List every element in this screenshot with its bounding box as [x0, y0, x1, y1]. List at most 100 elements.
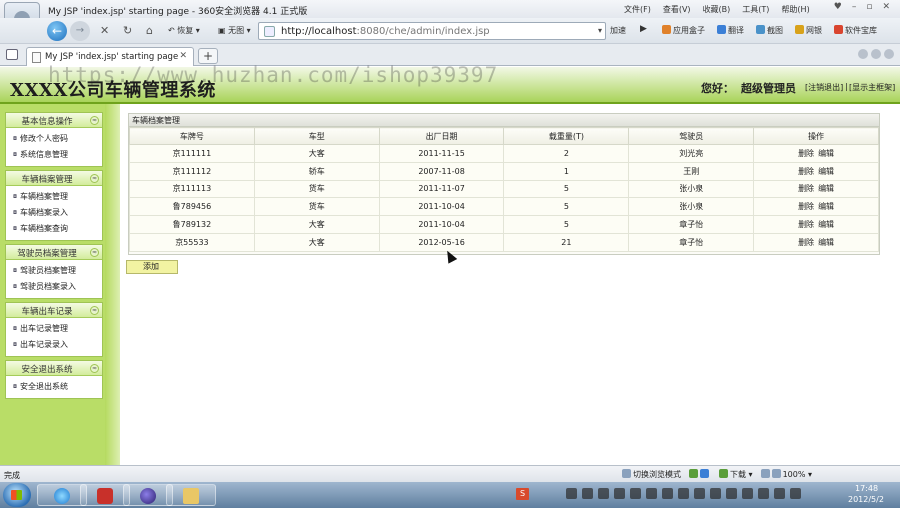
- menu-tools[interactable]: 工具(T): [742, 4, 769, 15]
- translate-button[interactable]: 翻译: [717, 25, 744, 36]
- back-button[interactable]: ←: [47, 21, 67, 41]
- menu-favorites[interactable]: 收藏(B): [703, 4, 731, 15]
- clock-time[interactable]: 17:48: [855, 484, 878, 493]
- sidebar-item-driver-manage[interactable]: 驾驶员档案管理: [6, 263, 102, 279]
- sidebar-item-trip-manage[interactable]: 出车记录管理: [6, 321, 102, 337]
- tray-icon[interactable]: [646, 488, 657, 499]
- delete-link[interactable]: 删除: [798, 184, 814, 193]
- sidebar-item-vehicle-manage[interactable]: 车辆档案管理: [6, 189, 102, 205]
- tab-scroll-left-icon[interactable]: [858, 49, 868, 59]
- column-header-actions: 操作: [753, 127, 879, 145]
- restore-button[interactable]: ↶ 恢复 ▾: [168, 25, 200, 36]
- tray-icon[interactable]: [678, 488, 689, 499]
- collapse-icon[interactable]: ≈: [90, 174, 99, 183]
- sidebar-group-header[interactable]: 安全退出系统 ≈: [6, 361, 102, 376]
- delete-link[interactable]: 删除: [798, 167, 814, 176]
- status-text: 完成: [4, 471, 20, 480]
- delete-link[interactable]: 删除: [798, 202, 814, 211]
- tray-icon[interactable]: [742, 488, 753, 499]
- cell-type: 轿车: [253, 161, 380, 181]
- forward-button[interactable]: →: [70, 21, 90, 41]
- address-text[interactable]: http://localhost:8080/che/admin/index.js…: [281, 26, 490, 37]
- tray-icon[interactable]: [774, 488, 785, 499]
- edit-link[interactable]: 编辑: [818, 202, 834, 211]
- sidebar-item-vehicle-add[interactable]: 车辆档案录入: [6, 205, 102, 221]
- sidebar-item-driver-add[interactable]: 驾驶员档案录入: [6, 279, 102, 295]
- tray-icon[interactable]: [598, 488, 609, 499]
- software-button[interactable]: 软件宝库: [834, 25, 877, 36]
- tray-icon[interactable]: [630, 488, 641, 499]
- page-icon: [264, 26, 275, 37]
- input-method-icon[interactable]: S: [516, 488, 529, 500]
- sidebar-item-vehicle-query[interactable]: 车辆档案查询: [6, 221, 102, 237]
- clock-date[interactable]: 2012/5/2: [848, 495, 884, 504]
- skin-icon[interactable]: ♥: [834, 2, 842, 12]
- sidebar-toggle-icon[interactable]: [6, 49, 18, 60]
- sidebar-divider[interactable]: [105, 104, 120, 465]
- tray-icon[interactable]: [614, 488, 625, 499]
- edit-link[interactable]: 编辑: [818, 184, 834, 193]
- tab-scroll-right-icon[interactable]: [871, 49, 881, 59]
- status-toggle-icon[interactable]: [689, 469, 711, 480]
- home-icon[interactable]: ⌂: [146, 24, 153, 37]
- address-bar[interactable]: http://localhost:8080/che/admin/index.js…: [258, 22, 606, 40]
- delete-link[interactable]: 删除: [798, 149, 814, 158]
- delete-link[interactable]: 删除: [798, 238, 814, 247]
- minimize-icon[interactable]: –: [852, 2, 857, 12]
- go-icon[interactable]: ▶: [640, 24, 647, 34]
- tray-icon[interactable]: [694, 488, 705, 499]
- panel-title: 车辆档案管理: [129, 114, 879, 127]
- show-main-frame-link[interactable]: [显示主框架]: [849, 82, 895, 93]
- screenshot-button[interactable]: 截图: [756, 25, 783, 36]
- taskbar-folder-button[interactable]: [166, 484, 216, 506]
- sidebar-item-trip-add[interactable]: 出车记录录入: [6, 337, 102, 353]
- switch-mode-button[interactable]: 切换浏览模式: [622, 469, 681, 480]
- tray-icon[interactable]: [662, 488, 673, 499]
- collapse-icon[interactable]: ≈: [90, 364, 99, 373]
- collapse-icon[interactable]: ≈: [90, 306, 99, 315]
- maximize-icon[interactable]: ▫: [866, 2, 872, 12]
- logout-link[interactable]: [注销退出]: [805, 82, 843, 93]
- sidebar-item-system-info[interactable]: 系统信息管理: [6, 147, 102, 163]
- app-box-button[interactable]: 应用盒子: [662, 25, 705, 36]
- new-tab-button[interactable]: +: [198, 48, 218, 64]
- edit-link[interactable]: 编辑: [818, 167, 834, 176]
- tray-icon[interactable]: [582, 488, 593, 499]
- close-tab-icon[interactable]: ✕: [179, 51, 187, 61]
- cell-actions: 删除 编辑: [753, 197, 879, 217]
- sidebar-group-header[interactable]: 驾驶员档案管理 ≈: [6, 245, 102, 260]
- delete-link[interactable]: 删除: [798, 220, 814, 229]
- add-button[interactable]: 添加: [126, 260, 178, 274]
- sidebar-group-header[interactable]: 车辆档案管理 ≈: [6, 171, 102, 186]
- menu-help[interactable]: 帮助(H): [781, 4, 809, 15]
- start-button[interactable]: [3, 483, 31, 507]
- menu-view[interactable]: 查看(V): [663, 4, 691, 15]
- tray-icon[interactable]: [726, 488, 737, 499]
- address-dropdown-icon[interactable]: ▾: [598, 26, 602, 35]
- close-window-icon[interactable]: ✕: [882, 2, 890, 12]
- collapse-icon[interactable]: ≈: [90, 248, 99, 257]
- cell-load: 21: [503, 232, 630, 252]
- zoom-button[interactable]: 100% ▾: [760, 469, 812, 480]
- sidebar-group-header[interactable]: 基本信息操作 ≈: [6, 113, 102, 128]
- collapse-icon[interactable]: ≈: [90, 116, 99, 125]
- speed-up-button[interactable]: 加速: [610, 25, 626, 36]
- tray-icon[interactable]: [758, 488, 769, 499]
- no-image-button[interactable]: ▣ 无图 ▾: [218, 25, 251, 36]
- sidebar-item-safe-exit[interactable]: 安全退出系统: [6, 379, 102, 395]
- tray-icon[interactable]: [710, 488, 721, 499]
- menu-file[interactable]: 文件(F): [624, 4, 651, 15]
- bank-button[interactable]: 网银: [795, 25, 822, 36]
- tray-icon[interactable]: [566, 488, 577, 499]
- tab-list-icon[interactable]: [884, 49, 894, 59]
- cell-date: 2011-11-15: [378, 144, 505, 163]
- refresh-icon[interactable]: ↻: [123, 24, 132, 37]
- sidebar-group-header[interactable]: 车辆出车记录 ≈: [6, 303, 102, 318]
- edit-link[interactable]: 编辑: [818, 238, 834, 247]
- volume-icon[interactable]: [790, 488, 801, 499]
- stop-icon[interactable]: ✕: [100, 24, 109, 37]
- sidebar-item-change-password[interactable]: 修改个人密码: [6, 131, 102, 147]
- edit-link[interactable]: 编辑: [818, 149, 834, 158]
- download-button[interactable]: 下载 ▾: [719, 469, 753, 480]
- edit-link[interactable]: 编辑: [818, 220, 834, 229]
